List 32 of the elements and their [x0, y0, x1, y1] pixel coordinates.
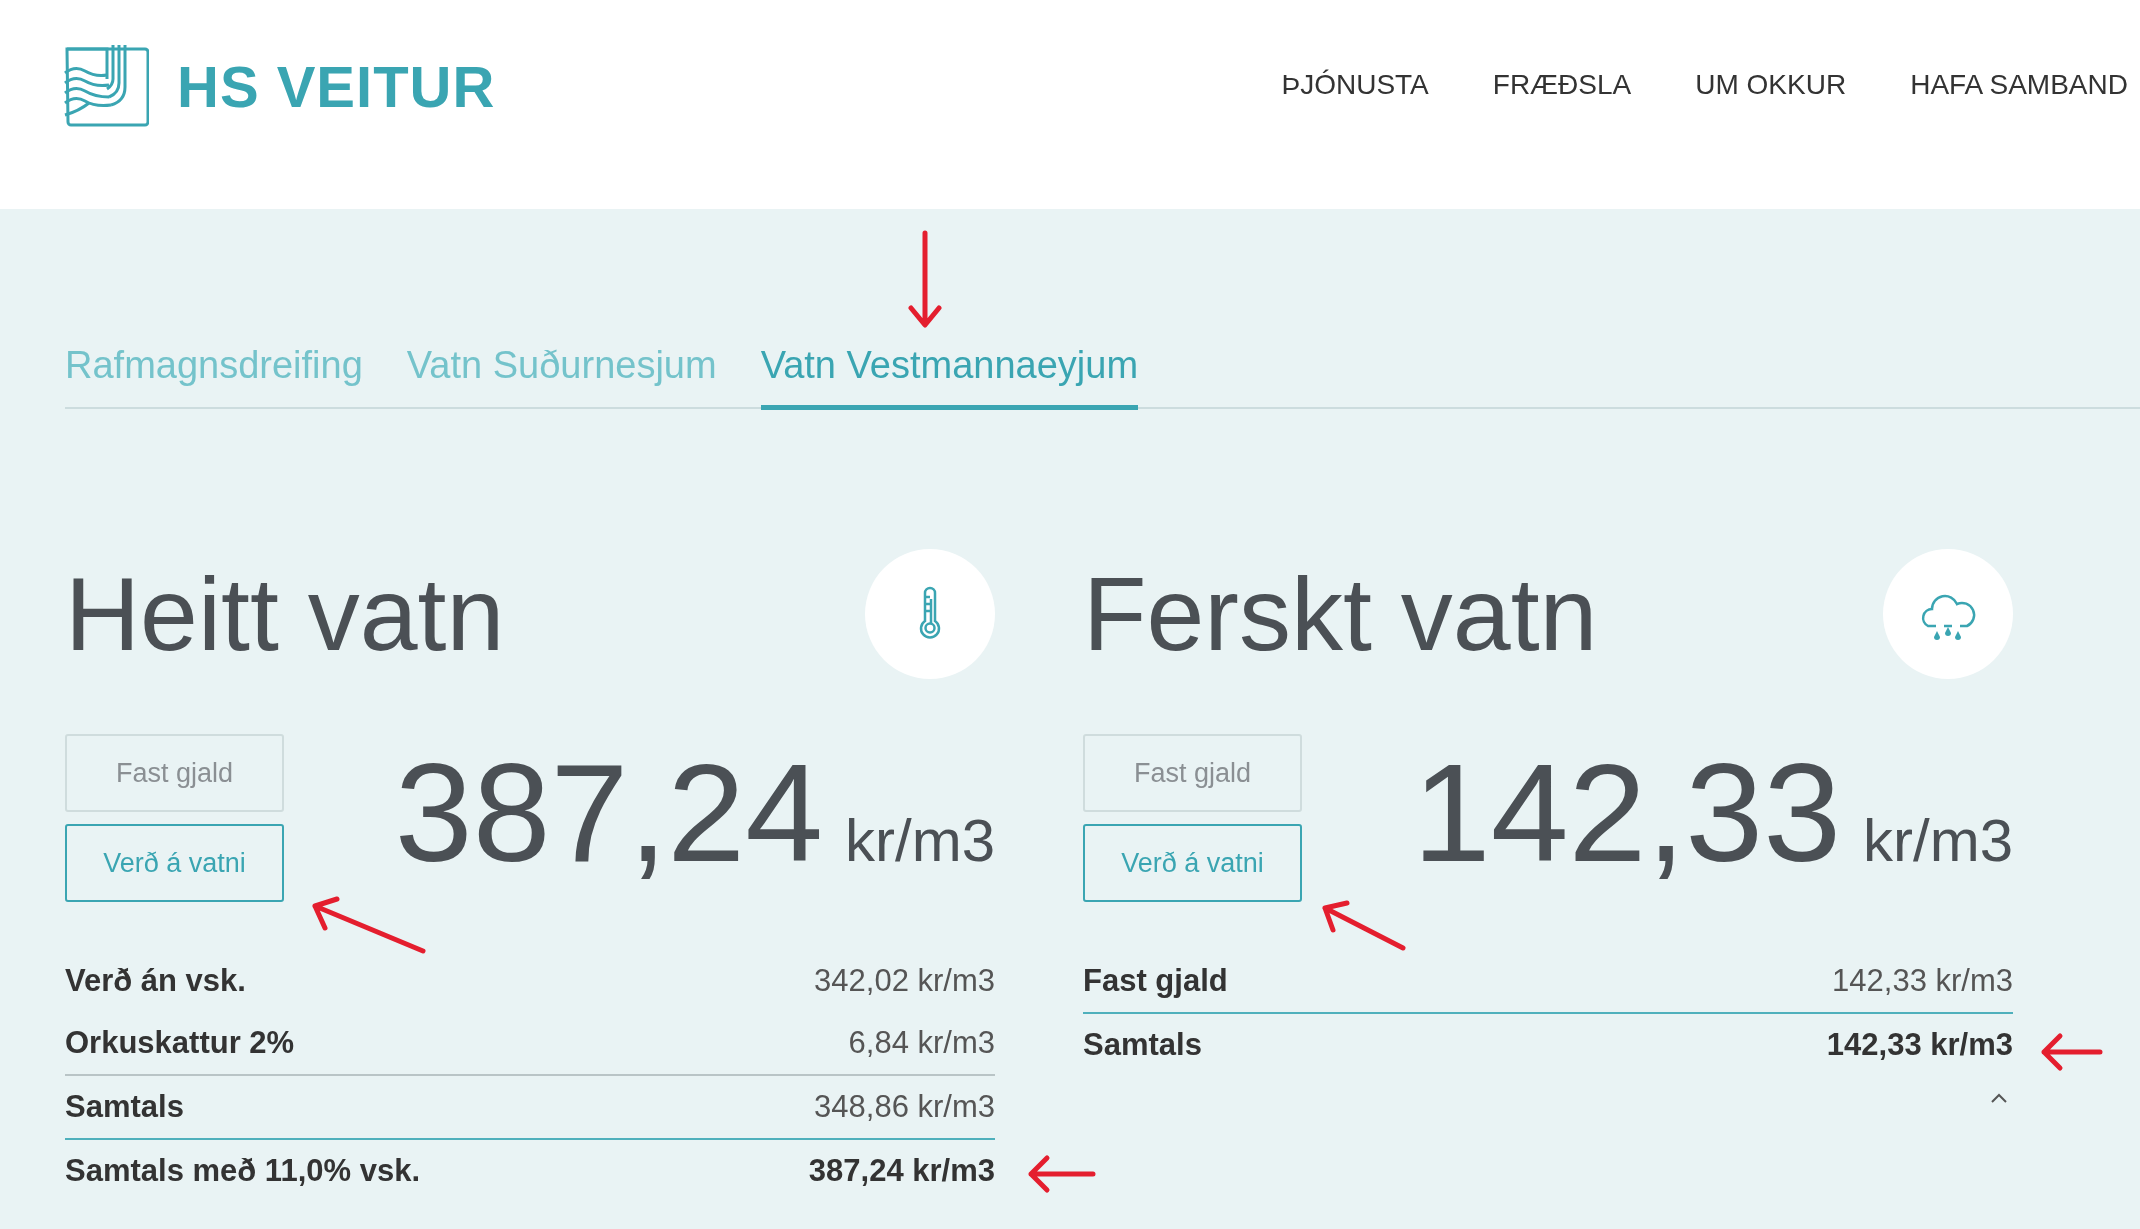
- tab[interactable]: Vatn Suðurnesjum: [406, 344, 717, 410]
- row-value: 387,24 kr/m3: [808, 1153, 995, 1189]
- row-label: Samtals: [1083, 1027, 1202, 1063]
- row-value: 142,33 kr/m3: [1826, 1027, 2013, 1063]
- toggle-button[interactable]: Fast gjald: [1083, 734, 1302, 812]
- row-label: Samtals með 11,0% vsk.: [65, 1153, 420, 1189]
- chevron-up-icon[interactable]: [1989, 1092, 2009, 1104]
- row-value: 348,86 kr/m3: [814, 1089, 995, 1125]
- toggle-button[interactable]: Verð á vatni: [1083, 824, 1302, 902]
- toggle-button[interactable]: Verð á vatni: [65, 824, 284, 902]
- row-value: 6,84 kr/m3: [848, 1025, 995, 1061]
- nav-link[interactable]: UM OKKUR: [1695, 69, 1847, 101]
- toggle-button[interactable]: Fast gjald: [65, 734, 284, 812]
- price-unit: kr/m3: [845, 806, 995, 875]
- row-value: 342,02 kr/m3: [814, 963, 995, 999]
- row-label: Orkuskattur 2%: [65, 1025, 295, 1061]
- tab[interactable]: Rafmagnsdreifing: [65, 344, 363, 410]
- price-value: 142,33: [1412, 736, 1841, 890]
- tab[interactable]: Vatn Vestmannaeyjum: [760, 344, 1139, 410]
- nav-link[interactable]: FRÆÐSLA: [1492, 69, 1632, 101]
- nav-link[interactable]: HAFA SAMBAND: [1910, 69, 2128, 101]
- row-label: Fast gjald: [1083, 963, 1228, 999]
- row-label: Samtals: [65, 1089, 184, 1125]
- price-unit: kr/m3: [1863, 806, 2013, 875]
- card-title: Ferskt vatn: [1083, 554, 1598, 674]
- price-value: 387,24: [394, 736, 823, 890]
- nav-link[interactable]: ÞJÓNUSTA: [1281, 69, 1429, 101]
- brand-name[interactable]: HS VEITUR: [177, 52, 496, 120]
- logo-icon: [63, 43, 149, 129]
- card-title: Heitt vatn: [65, 554, 505, 674]
- row-label: Verð án vsk.: [65, 963, 246, 999]
- row-value: 142,33 kr/m3: [1832, 963, 2013, 999]
